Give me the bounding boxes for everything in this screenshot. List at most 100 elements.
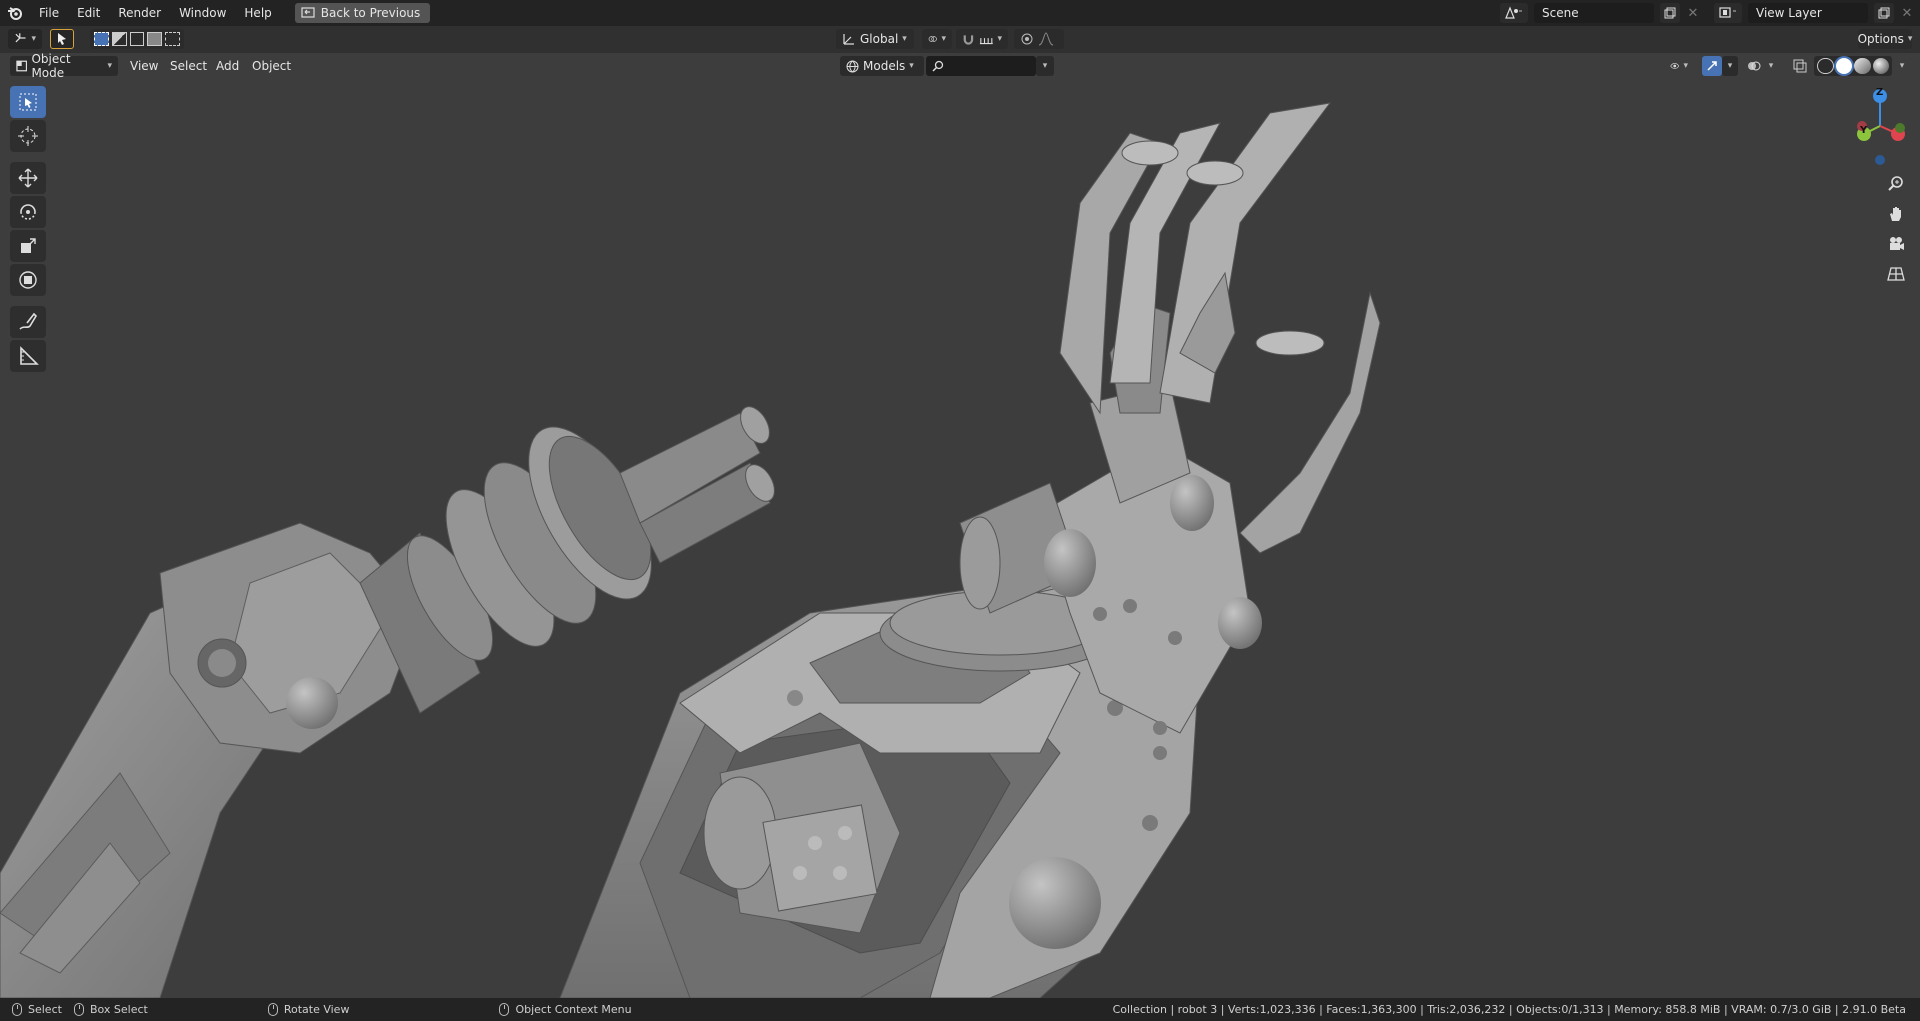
active-tool-button[interactable] — [50, 29, 74, 49]
search-scope-dropdown[interactable]: Models ▾ — [840, 56, 924, 76]
move-tool[interactable] — [10, 162, 46, 194]
gizmo-icon — [1707, 61, 1717, 71]
scene-statistics: Collection | robot 3 | Verts:1,023,336 |… — [1112, 1003, 1906, 1016]
solid-shading-icon[interactable] — [1835, 58, 1853, 74]
scene-browse-button[interactable] — [1500, 3, 1528, 23]
tool-settings-header: ▾ Global ▾ ▾ ▾ Options ▾ — [0, 26, 1920, 53]
annotate-tool[interactable] — [10, 306, 46, 338]
wireframe-shading-icon[interactable] — [1817, 58, 1834, 74]
shading-dropdown[interactable]: ▾ — [1894, 56, 1910, 76]
globe-icon — [846, 60, 859, 73]
measure-tool[interactable] — [10, 340, 46, 372]
select-new-icon[interactable] — [94, 32, 109, 46]
transform-tool[interactable] — [10, 264, 46, 296]
blender-logo-icon[interactable] — [0, 0, 30, 26]
rotate-icon — [20, 204, 36, 220]
magnet-icon — [963, 35, 974, 45]
object-menu[interactable]: Object — [246, 56, 297, 76]
scene-icon — [1505, 6, 1522, 19]
cursor-tool[interactable] — [10, 120, 46, 152]
navigation-gizmo[interactable]: Z Y — [1850, 84, 1910, 174]
overlays-dropdown[interactable]: ▾ — [1764, 56, 1778, 76]
status-box-select-label: Box Select — [89, 1003, 148, 1016]
delete-view-layer-icon[interactable]: ✕ — [1900, 6, 1914, 21]
object-mode-dropdown[interactable]: Object Mode ▾ — [10, 52, 118, 80]
view-layer-icon — [1719, 7, 1736, 18]
delete-scene-icon[interactable]: ✕ — [1686, 6, 1700, 21]
new-scene-button[interactable] — [1660, 3, 1680, 23]
orientation-global-icon — [843, 34, 854, 45]
menu-help[interactable]: Help — [235, 0, 280, 26]
search-filter-button[interactable]: ▾ — [1036, 56, 1054, 76]
scene-name-field[interactable]: Scene — [1534, 3, 1654, 23]
status-select: Select — [12, 1003, 62, 1016]
new-view-layer-button[interactable] — [1874, 3, 1894, 23]
topbar-right: Scene ✕ View Layer ✕ — [1500, 0, 1920, 26]
camera-icon — [1890, 237, 1904, 250]
falloff-curve-icon — [1038, 32, 1054, 46]
search-icon — [932, 60, 944, 72]
3d-viewport-icon — [15, 33, 26, 43]
view-menu[interactable]: View — [124, 56, 164, 76]
screen-back-icon — [301, 7, 315, 18]
view-layer-browse-button[interactable] — [1714, 3, 1742, 23]
scene-name-label: Scene — [1542, 6, 1579, 20]
transform-icon — [19, 271, 37, 289]
move-icon — [18, 168, 38, 188]
add-menu[interactable]: Add — [210, 56, 245, 76]
visibility-dropdown[interactable]: ▾ — [1664, 56, 1694, 76]
mouse-drag-icon — [73, 1003, 84, 1016]
menu-render[interactable]: Render — [109, 0, 170, 26]
pivot-point-dropdown[interactable]: ▾ — [922, 29, 952, 49]
mouse-left-icon — [12, 1003, 22, 1016]
editor-type-button[interactable]: ▾ — [8, 29, 42, 49]
object-mode-icon — [16, 60, 28, 72]
3d-viewport[interactable] — [0, 53, 1920, 998]
snap-dropdown[interactable]: ▾ — [956, 29, 1008, 49]
pan-button[interactable] — [1882, 200, 1910, 228]
menu-window[interactable]: Window — [170, 0, 235, 26]
mouse-middle-icon — [267, 1003, 278, 1016]
gizmo-toggle[interactable] — [1702, 56, 1722, 76]
view-layer-field[interactable]: View Layer — [1748, 3, 1868, 23]
select-extend-icon[interactable] — [111, 32, 127, 46]
zoom-icon — [1888, 176, 1903, 191]
cursor-icon — [18, 126, 38, 146]
menu-file[interactable]: File — [30, 0, 68, 26]
select-subtract-icon[interactable] — [129, 32, 145, 46]
xray-icon — [1793, 59, 1807, 73]
rotate-tool[interactable] — [10, 196, 46, 228]
scale-tool[interactable] — [10, 230, 46, 262]
annotate-icon — [19, 312, 38, 330]
back-to-previous-button[interactable]: Back to Previous — [294, 3, 431, 23]
transform-orientation-dropdown[interactable]: Global ▾ — [836, 29, 914, 49]
chevron-down-icon: ▾ — [1768, 61, 1774, 71]
transform-orientation-label: Global — [860, 32, 899, 46]
chevron-down-icon: ▾ — [1899, 61, 1905, 71]
select-box-tool[interactable] — [10, 86, 46, 118]
material-shading-icon[interactable] — [1854, 58, 1871, 74]
chevron-down-icon: ▾ — [1042, 61, 1048, 71]
copy-icon — [1878, 7, 1890, 19]
camera-view-button[interactable] — [1882, 230, 1910, 258]
zoom-button[interactable] — [1882, 170, 1910, 198]
selection-mode-group — [90, 29, 184, 49]
proportional-editing-group[interactable] — [1014, 29, 1064, 49]
xray-toggle[interactable] — [1790, 56, 1810, 76]
search-input[interactable] — [926, 56, 1036, 76]
gizmo-dropdown[interactable]: ▾ — [1722, 56, 1738, 76]
rendered-shading-icon[interactable] — [1872, 58, 1889, 74]
object-mode-label: Object Mode — [31, 52, 71, 80]
select-menu[interactable]: Select — [164, 56, 213, 76]
overlays-toggle[interactable] — [1744, 56, 1764, 76]
perspective-toggle-button[interactable] — [1882, 260, 1910, 288]
cursor-arrow-icon — [58, 33, 66, 45]
status-bar: Select Box Select Rotate View Object Con… — [0, 998, 1920, 1021]
status-rotate-view: Rotate View — [267, 1003, 349, 1016]
select-intersect-icon[interactable] — [165, 32, 180, 46]
gizmo-axis-z-label: Z — [1876, 87, 1884, 98]
options-dropdown[interactable]: Options ▾ — [1858, 29, 1912, 49]
select-invert-icon[interactable] — [147, 32, 163, 46]
menu-edit[interactable]: Edit — [68, 0, 109, 26]
